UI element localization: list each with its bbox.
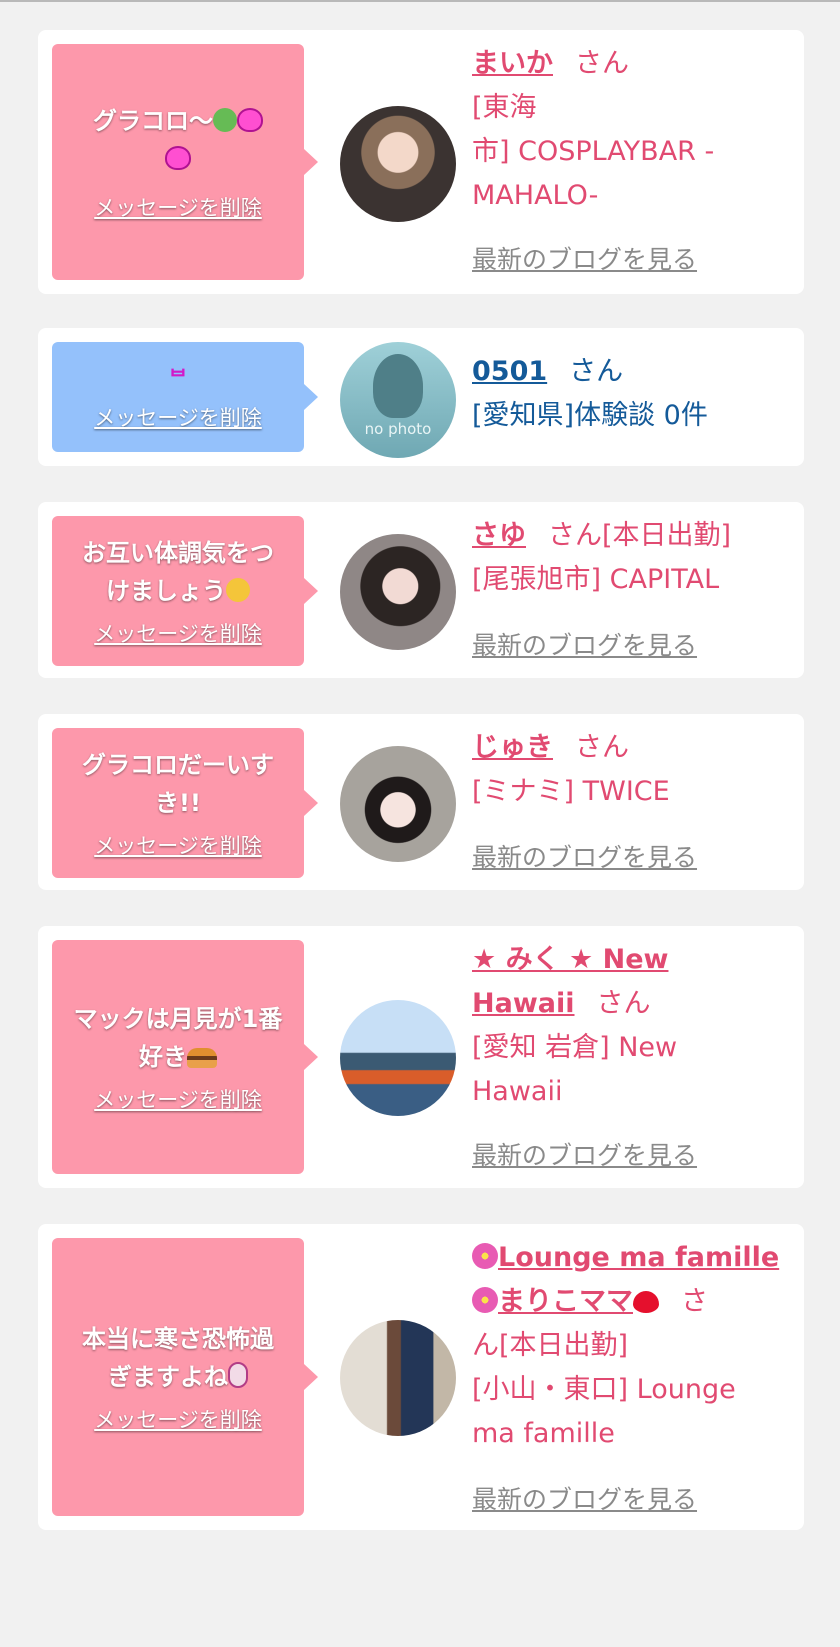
heart-icon xyxy=(237,108,263,132)
profile-info: 0501 さん [愛知県]体験談 0件 xyxy=(472,356,708,431)
shop-info: [尾張旭市] CAPITAL xyxy=(472,564,720,595)
latest-blog-link[interactable]: 最新のブログを見る xyxy=(472,1136,697,1172)
message-text: 本当に寒さ恐怖過 ぎますよね xyxy=(82,1325,274,1391)
avatar[interactable] xyxy=(340,106,456,222)
shop-info: [ミナミ] TWICE xyxy=(472,776,670,807)
message-bubble: マックは月見が1番 好き メッセージを削除 xyxy=(52,940,318,1174)
no-photo-label: no photo xyxy=(364,420,432,438)
message-card: お互い体調気をつ けましょう メッセージを削除 さゆ さん[本日出勤] [尾張旭市… xyxy=(38,502,804,678)
red-heart-icon xyxy=(633,1291,659,1313)
delete-message-link[interactable]: メッセージを削除 xyxy=(94,402,262,432)
profile-name-link[interactable]: さゆ xyxy=(472,520,526,551)
latest-blog-link[interactable]: 最新のブログを見る xyxy=(472,240,697,276)
screaming-face-icon xyxy=(228,1362,248,1388)
message-text: ᄇ xyxy=(169,362,187,392)
profile-name-link[interactable]: じゅき xyxy=(472,732,553,763)
delete-message-link[interactable]: メッセージを削除 xyxy=(94,618,262,648)
profile-name-link[interactable]: まりこママ xyxy=(498,1286,633,1317)
shop-info: [小山・東口] Lounge xyxy=(472,1374,736,1405)
message-text: グラコロだーいす き!! xyxy=(82,751,274,817)
avatar[interactable] xyxy=(340,746,456,862)
delete-message-link[interactable]: メッセージを削除 xyxy=(94,830,262,860)
profile-info: ★ みく ★ New Hawaii さん [愛知 岩倉] New Hawaii xyxy=(472,944,678,1107)
smiling-face-icon xyxy=(226,578,250,602)
nauseated-face-icon xyxy=(213,108,237,132)
avatar[interactable]: no photo xyxy=(340,342,456,458)
avatar[interactable] xyxy=(340,1320,456,1436)
profile-info: じゅき さん [ミナミ] TWICE xyxy=(472,732,670,807)
message-card: 本当に寒さ恐怖過 ぎますよね メッセージを削除 Lounge ma famill… xyxy=(38,1224,804,1530)
message-card: グラコロだーいす き!! メッセージを削除 じゅき さん [ミナミ] TWICE … xyxy=(38,714,804,890)
message-card: ᄇ メッセージを削除 no photo 0501 さん [愛知県]体験談 0件 xyxy=(38,328,804,466)
latest-blog-link[interactable]: 最新のブログを見る xyxy=(472,626,697,662)
profile-name-link[interactable]: ★ みく ★ New xyxy=(472,944,668,975)
top-divider xyxy=(0,0,840,2)
message-bubble: グラコロ〜 メッセージを削除 xyxy=(52,44,318,280)
avatar[interactable] xyxy=(340,534,456,650)
message-bubble: 本当に寒さ恐怖過 ぎますよね メッセージを削除 xyxy=(52,1238,318,1516)
profile-name-link[interactable]: まいか xyxy=(472,48,553,79)
smile-icon: ᄇ xyxy=(168,365,188,389)
hamburger-icon xyxy=(186,1048,217,1068)
message-card: マックは月見が1番 好き メッセージを削除 ★ みく ★ New Hawaii さ… xyxy=(38,926,804,1188)
latest-blog-link[interactable]: 最新のブログを見る xyxy=(472,838,697,874)
profile-name-link[interactable]: Lounge ma famille xyxy=(498,1242,779,1273)
delete-message-link[interactable]: メッセージを削除 xyxy=(94,1084,262,1114)
profile-info: Lounge ma famille まりこママさ ん[本日出勤] [小山・東口]… xyxy=(472,1242,780,1449)
shop-info: [愛知 岩倉] New xyxy=(472,1032,678,1063)
shop-info: [愛知県]体験談 0件 xyxy=(472,400,708,431)
delete-message-link[interactable]: メッセージを削除 xyxy=(94,1404,262,1434)
profile-name-link[interactable]: Hawaii xyxy=(472,988,575,1019)
message-text: お互い体調気をつ けましょう xyxy=(82,539,274,605)
message-bubble: ᄇ メッセージを削除 xyxy=(52,342,318,452)
heart-icon xyxy=(165,146,191,170)
flower-icon xyxy=(472,1243,498,1269)
flower-icon xyxy=(472,1287,498,1313)
message-text: マックは月見が1番 好き xyxy=(73,1005,283,1071)
profile-info: さゆ さん[本日出勤] [尾張旭市] CAPITAL xyxy=(472,520,732,595)
profile-info: まいか さん [東海 市] COSPLAYBAR - MAHALO- xyxy=(472,48,715,211)
shop-info: [東海 xyxy=(472,92,537,123)
avatar[interactable] xyxy=(340,1000,456,1116)
delete-message-link[interactable]: メッセージを削除 xyxy=(94,192,262,222)
user-silhouette-icon xyxy=(373,354,423,418)
message-text: グラコロ〜 xyxy=(93,102,263,178)
message-card: グラコロ〜 メッセージを削除 まいか さん [東海 市] COSPLAYBAR -… xyxy=(38,30,804,294)
message-bubble: お互い体調気をつ けましょう メッセージを削除 xyxy=(52,516,318,666)
message-bubble: グラコロだーいす き!! メッセージを削除 xyxy=(52,728,318,878)
latest-blog-link[interactable]: 最新のブログを見る xyxy=(472,1480,697,1516)
profile-name-link[interactable]: 0501 xyxy=(472,356,547,387)
